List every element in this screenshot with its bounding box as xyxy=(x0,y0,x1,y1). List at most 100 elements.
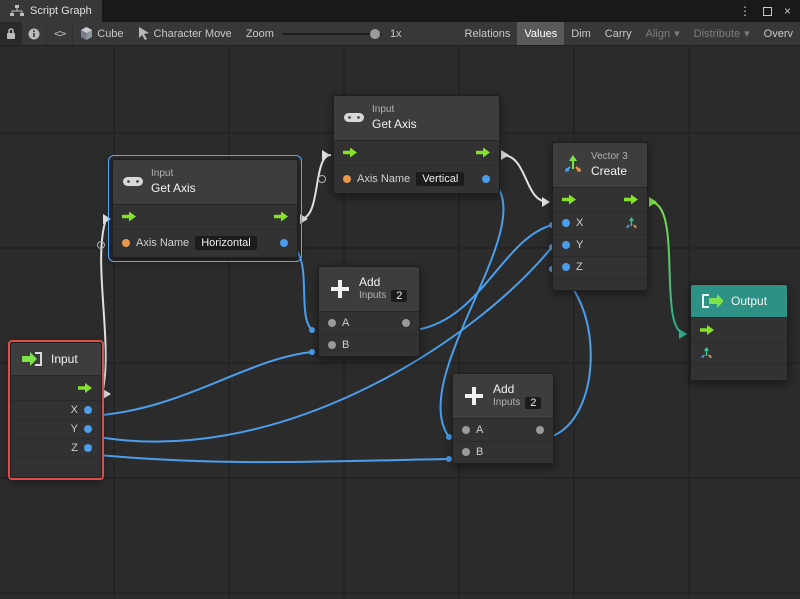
result-out-port[interactable] xyxy=(482,175,490,183)
cube-icon xyxy=(80,27,93,40)
node-header[interactable]: Add Inputs 2 xyxy=(319,267,419,312)
node-output[interactable]: Output xyxy=(690,284,788,381)
port-triangle[interactable] xyxy=(679,329,687,339)
result-out-port[interactable] xyxy=(280,239,288,247)
node-add-1[interactable]: Add Inputs 2 A B xyxy=(318,266,420,357)
node-header[interactable]: Vector 3 Create xyxy=(553,143,647,188)
relations-label: Relations xyxy=(465,28,511,40)
node-header[interactable]: Input Get Axis xyxy=(334,96,499,141)
node-header[interactable]: Add Inputs 2 xyxy=(453,374,553,419)
node-header[interactable]: Output xyxy=(691,285,787,318)
port-triangle[interactable] xyxy=(103,389,111,399)
port-b-in[interactable] xyxy=(462,448,470,456)
axis-name-value[interactable]: Horizontal xyxy=(195,236,257,250)
node-add-2[interactable]: Add Inputs 2 A B xyxy=(452,373,554,464)
node-header[interactable]: Input Get Axis xyxy=(113,160,297,205)
node-title: Get Axis xyxy=(372,117,417,132)
align-dropdown[interactable]: Align ▾ xyxy=(639,22,687,45)
port-triangle[interactable] xyxy=(103,214,111,224)
wire-getaxis-vertical-to-vector3[interactable] xyxy=(502,155,548,202)
axis-name-value[interactable]: Vertical xyxy=(416,172,464,186)
node-header[interactable]: Input xyxy=(11,343,101,376)
port-triangle[interactable] xyxy=(322,150,330,160)
inputs-value[interactable]: 2 xyxy=(391,290,407,302)
vector3-in-port-icon[interactable] xyxy=(700,347,713,360)
node-get-axis-vertical[interactable]: Input Get Axis Axis Name Vertical xyxy=(333,95,500,194)
port-y-in[interactable] xyxy=(562,241,570,249)
graph-canvas[interactable]: Input Get Axis Axis Name Vertical xyxy=(0,47,800,599)
dim-label: Dim xyxy=(571,28,591,40)
port-x-out[interactable] xyxy=(84,406,92,414)
lock-icon xyxy=(6,28,16,40)
port-z-in[interactable] xyxy=(562,263,570,271)
relations-button[interactable]: Relations xyxy=(458,22,518,45)
control-out-port[interactable] xyxy=(476,148,490,158)
sum-out-port[interactable] xyxy=(536,426,544,434)
values-button[interactable]: Values xyxy=(517,22,564,45)
node-vector3-create[interactable]: Vector 3 Create X xyxy=(552,142,648,291)
input-unit-icon xyxy=(21,351,43,367)
zoom-slider-knob[interactable] xyxy=(370,29,380,39)
zoom-value: 1x xyxy=(390,28,402,40)
port-z-out[interactable] xyxy=(84,444,92,452)
code-preview-button[interactable]: <> xyxy=(47,22,72,45)
axis-name-label: Axis Name xyxy=(136,237,189,249)
script-graph-icon xyxy=(10,5,24,17)
axis-name-label: Axis Name xyxy=(357,173,410,185)
node-input[interactable]: Input X Y Z xyxy=(10,342,102,478)
node-title: Add xyxy=(359,275,407,290)
port-triangle[interactable] xyxy=(501,150,509,160)
dim-button[interactable]: Dim xyxy=(564,22,598,45)
sum-out-port[interactable] xyxy=(402,319,410,327)
wire-add2-to-vector3-z[interactable] xyxy=(550,269,591,437)
control-in-port[interactable] xyxy=(700,325,714,335)
wire-getaxis-horizontal-to-getaxis-vertical[interactable] xyxy=(300,155,331,219)
zoom-slider[interactable] xyxy=(282,33,382,35)
port-b-in[interactable] xyxy=(328,341,336,349)
vector3-out-port-icon[interactable] xyxy=(625,217,638,230)
maximize-icon[interactable] xyxy=(763,7,772,16)
lock-button[interactable] xyxy=(0,22,22,45)
values-label: Values xyxy=(524,28,557,40)
port-a-in[interactable] xyxy=(462,426,470,434)
port-triangle[interactable] xyxy=(542,197,550,207)
control-in-port[interactable] xyxy=(122,212,136,222)
axis-name-port[interactable] xyxy=(343,175,351,183)
port-y-label: Y xyxy=(576,239,583,251)
breadcrumb-cube[interactable]: Cube xyxy=(73,22,130,45)
info-button[interactable] xyxy=(22,22,46,45)
control-out-port[interactable] xyxy=(274,212,288,222)
control-in-port[interactable] xyxy=(562,195,576,205)
carry-button[interactable]: Carry xyxy=(598,22,639,45)
wire-input-x-to-add1-b[interactable] xyxy=(88,352,312,416)
axis-name-port[interactable] xyxy=(122,239,130,247)
tab-script-graph[interactable]: Script Graph xyxy=(0,0,102,22)
node-get-axis-horizontal[interactable]: Input Get Axis Axis Name Horizontal xyxy=(112,159,298,258)
port-a-in[interactable] xyxy=(328,319,336,327)
unconnected-port-ring[interactable] xyxy=(319,176,326,183)
align-label: Align xyxy=(646,28,670,40)
node-title: Input xyxy=(51,352,78,367)
wire-input-z-to-add2-b[interactable] xyxy=(88,454,449,462)
close-icon[interactable]: × xyxy=(784,4,791,18)
distribute-dropdown[interactable]: Distribute ▾ xyxy=(687,22,757,45)
port-y-out[interactable] xyxy=(84,425,92,433)
breadcrumb-character-move[interactable]: Character Move xyxy=(131,22,239,45)
overview-button[interactable]: Overv xyxy=(757,22,800,45)
wire-getaxis-horizontal-to-add1-a[interactable] xyxy=(290,245,312,330)
inputs-label: Inputs xyxy=(493,397,520,410)
window-menu-icon[interactable]: ⋮ xyxy=(739,4,751,18)
control-in-port[interactable] xyxy=(343,148,357,158)
control-out-port[interactable] xyxy=(78,383,92,393)
wire-vector3-to-output[interactable] xyxy=(650,202,686,334)
port-triangle[interactable] xyxy=(649,197,657,207)
port-x-in[interactable] xyxy=(562,219,570,227)
breadcrumb-cube-label: Cube xyxy=(97,28,123,40)
carry-label: Carry xyxy=(605,28,632,40)
control-out-port[interactable] xyxy=(624,195,638,205)
inputs-value[interactable]: 2 xyxy=(525,397,541,409)
port-b-label: B xyxy=(342,339,349,351)
inputs-label: Inputs xyxy=(359,290,386,303)
zoom-control: Zoom 1x xyxy=(239,22,409,45)
gamepad-icon xyxy=(344,111,364,124)
